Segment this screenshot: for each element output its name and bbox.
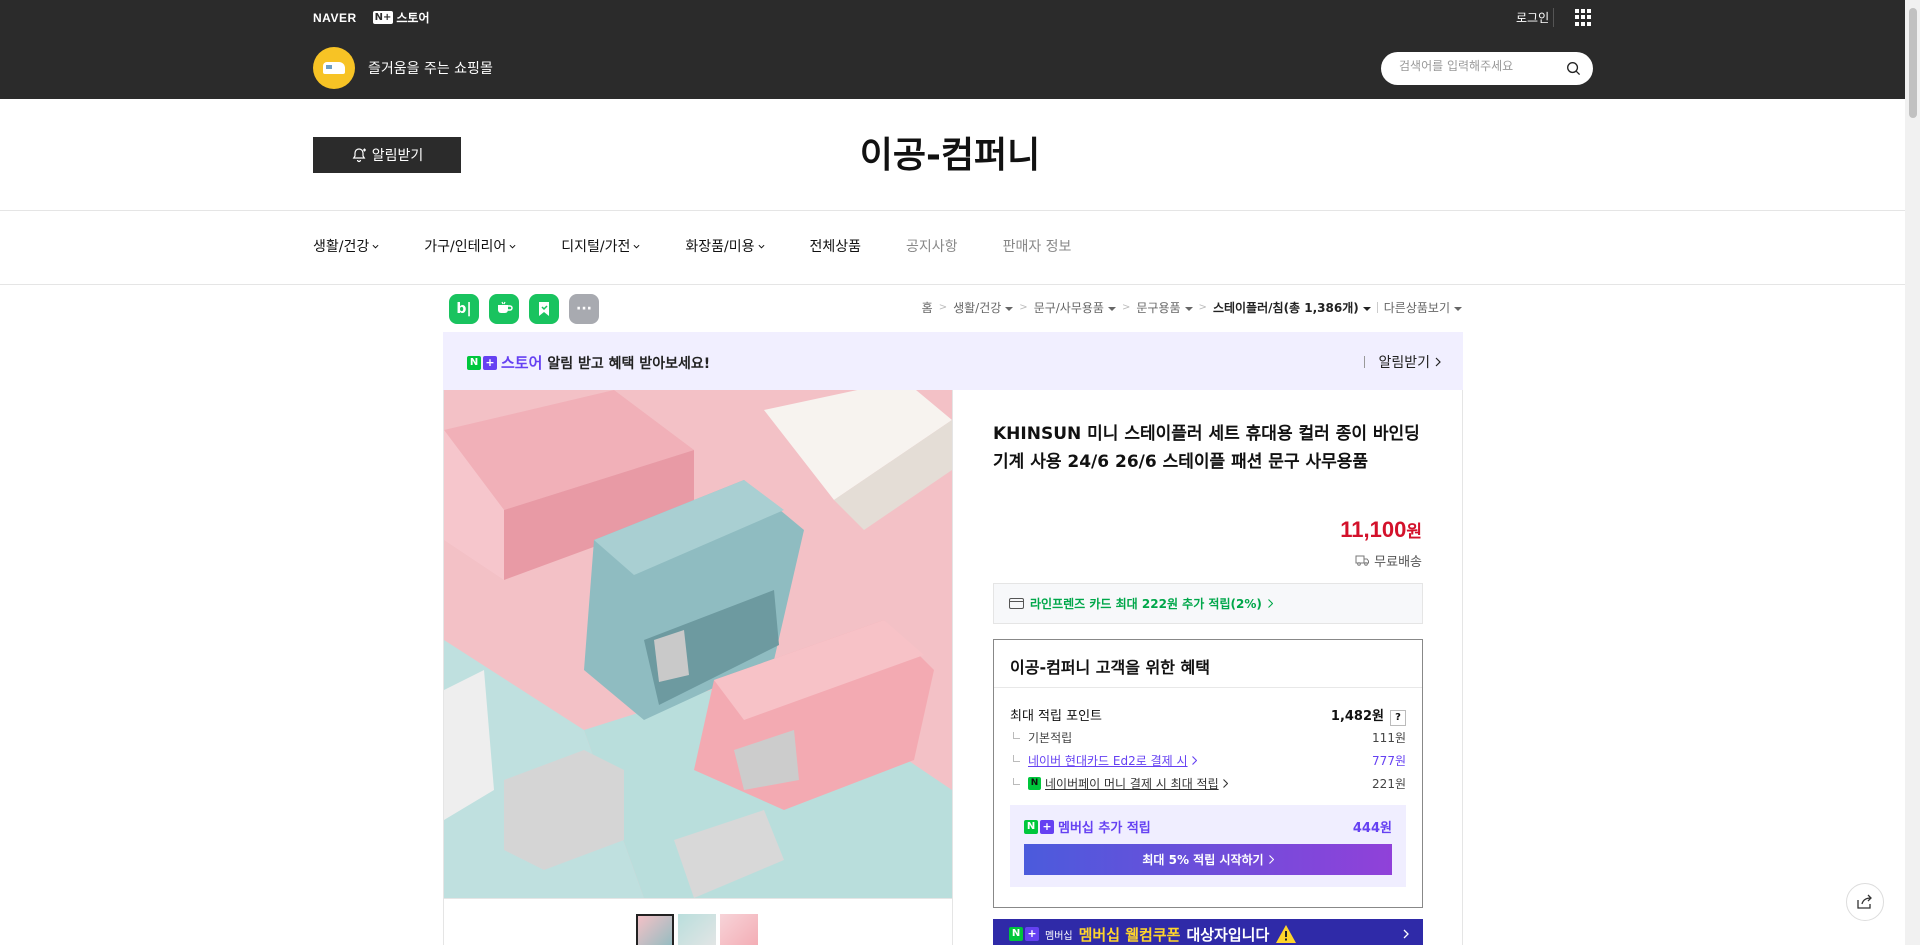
thumbnail-2[interactable] — [678, 914, 716, 945]
membership-start-button[interactable]: 최대 5% 적립 시작하기 — [1024, 844, 1392, 875]
bookmark-icon[interactable] — [529, 294, 559, 324]
store-avatar[interactable] — [313, 47, 355, 89]
chevron-down-icon — [509, 244, 516, 249]
chevron-right-icon — [1191, 756, 1197, 765]
basic-points-row: 기본적립 111원 — [1010, 729, 1406, 746]
top-bar: NAVER N+ 스토어 로그인 즐거움을 주는 쇼핑몰 — [0, 0, 1920, 99]
truck-icon — [1355, 555, 1370, 566]
product-title: KHINSUN 미니 스테이플러 세트 휴대용 컬러 종이 바인딩 기계 사용 … — [993, 424, 1420, 472]
breadcrumb-category-1[interactable]: 생활/건강 — [953, 299, 1014, 316]
banner-alarm-link[interactable]: 알림받기 — [1364, 352, 1441, 372]
breadcrumb-home[interactable]: 홈 — [922, 299, 933, 316]
nav-item-life-health[interactable]: 생활/건강 — [313, 236, 379, 256]
share-button[interactable] — [1846, 883, 1884, 921]
store-alarm-banner: N + 스토어 알림 받고 혜택 받아보세요! 알림받기 — [443, 332, 1463, 390]
breadcrumb-category-3[interactable]: 문구용품 — [1136, 299, 1193, 316]
naver-logo[interactable]: NAVER — [313, 11, 357, 25]
naver-pay-link[interactable]: 네이버페이 머니 결제 시 최대 적립 — [1045, 775, 1219, 792]
nav-item-seller-info[interactable]: 판매자 정보 — [1003, 236, 1072, 256]
car-icon — [323, 62, 345, 74]
store-title[interactable]: 이공-컴퍼니 — [0, 126, 1900, 178]
search-icon[interactable] — [1566, 61, 1581, 76]
hyundai-card-link[interactable]: 네이버 현대카드 Ed2로 결제 시 — [1028, 752, 1188, 769]
nav-item-beauty[interactable]: 화장품/미용 — [685, 236, 764, 256]
naver-plus-badge: N+ — [1024, 819, 1054, 834]
share-icons: b| ··· — [449, 294, 599, 324]
category-nav: 생활/건강 가구/인테리어 디지털/가전 화장품/미용 전체상품 공지사항 판매… — [313, 236, 1116, 256]
chevron-right-icon — [1435, 357, 1441, 367]
breadcrumb: 홈 > 생활/건강 > 문구/사무용품 > 문구용품 > 스테이플러/침(총 1… — [922, 299, 1462, 316]
more-icon[interactable]: ··· — [569, 294, 599, 324]
naver-plus-store-logo: N + 스토어 — [467, 352, 542, 373]
thumbnail-list — [636, 914, 758, 945]
store-slogan: 즐거움을 주는 쇼핑몰 — [368, 61, 493, 77]
search-box — [1381, 52, 1593, 85]
divider — [0, 210, 1905, 211]
nav-item-digital[interactable]: 디지털/가전 — [561, 236, 640, 256]
divider — [952, 390, 953, 945]
breadcrumb-category-2[interactable]: 문구/사무용품 — [1034, 299, 1116, 316]
shipping-info: 무료배송 — [1355, 551, 1422, 570]
chevron-right-icon — [1267, 599, 1273, 608]
nav-item-notice[interactable]: 공지사항 — [906, 236, 958, 256]
brand-row: NAVER N+ 스토어 — [313, 9, 430, 26]
card-promo-banner[interactable]: 라인프렌즈 카드 최대 222원 추가 적립(2%) — [993, 583, 1423, 624]
talktalk-icon[interactable] — [489, 294, 519, 324]
divider — [0, 284, 1905, 285]
naver-plus-store-logo[interactable]: N+ 스토어 — [372, 9, 430, 26]
breadcrumb-current[interactable]: 스테이플러/침(총 1,386개) — [1213, 299, 1371, 316]
welcome-coupon-banner[interactable]: N + 멤버십 멤버십 웰컴쿠폰 대상자입니다 — [993, 919, 1423, 945]
page-scrollbar[interactable] — [1905, 0, 1920, 945]
chevron-right-icon — [1222, 779, 1228, 788]
membership-box: N + 멤버십 추가 적립 444원 최대 5% 적립 시작하기 — [1010, 805, 1406, 887]
search-input[interactable] — [1399, 59, 1559, 73]
benefit-panel: 이공-컴퍼니 고객을 위한 혜택 최대 적립 포인트 1,482원? 기본적립 … — [993, 639, 1423, 908]
naver-pay-icon: N — [1028, 777, 1041, 790]
chevron-down-icon — [758, 244, 764, 249]
chevron-down-icon — [633, 244, 640, 249]
naver-plus-badge: N+ — [372, 11, 394, 24]
benefit-title: 이공-컴퍼니 고객을 위한 혜택 — [994, 640, 1422, 688]
chevron-down-icon — [372, 244, 379, 249]
other-products-link[interactable]: 다른상품보기 — [1384, 299, 1462, 316]
naver-plus-badge: N+ — [1009, 927, 1039, 941]
blog-icon[interactable]: b| — [449, 294, 479, 324]
card-points-row: 네이버 현대카드 Ed2로 결제 시 777원 — [1010, 752, 1406, 769]
banner-text: 알림 받고 혜택 받아보세요! — [547, 355, 711, 372]
store-label: 스토어 — [396, 11, 430, 25]
help-icon[interactable]: ? — [1390, 710, 1406, 726]
credit-card-icon — [1009, 598, 1024, 609]
divider — [444, 898, 952, 899]
chevron-right-icon — [1403, 929, 1409, 939]
npay-points-row: N 네이버페이 머니 결제 시 최대 적립 221원 — [1010, 775, 1406, 792]
thumbnail-1[interactable] — [636, 914, 674, 945]
nav-item-all-products[interactable]: 전체상품 — [810, 236, 862, 256]
nav-item-furniture[interactable]: 가구/인테리어 — [424, 236, 516, 256]
scrollbar-thumb[interactable] — [1909, 8, 1917, 118]
apps-grid-icon[interactable] — [1575, 9, 1592, 26]
product-image[interactable] — [444, 390, 952, 898]
warning-icon — [1276, 925, 1297, 943]
share-icon — [1857, 894, 1872, 909]
max-points-row: 최대 적립 포인트 1,482원? — [1010, 705, 1406, 726]
chevron-right-icon — [1268, 855, 1274, 864]
thumbnail-3[interactable] — [720, 914, 758, 945]
login-link[interactable]: 로그인 — [1512, 8, 1555, 27]
product-price: 11,100원 — [1340, 517, 1422, 542]
